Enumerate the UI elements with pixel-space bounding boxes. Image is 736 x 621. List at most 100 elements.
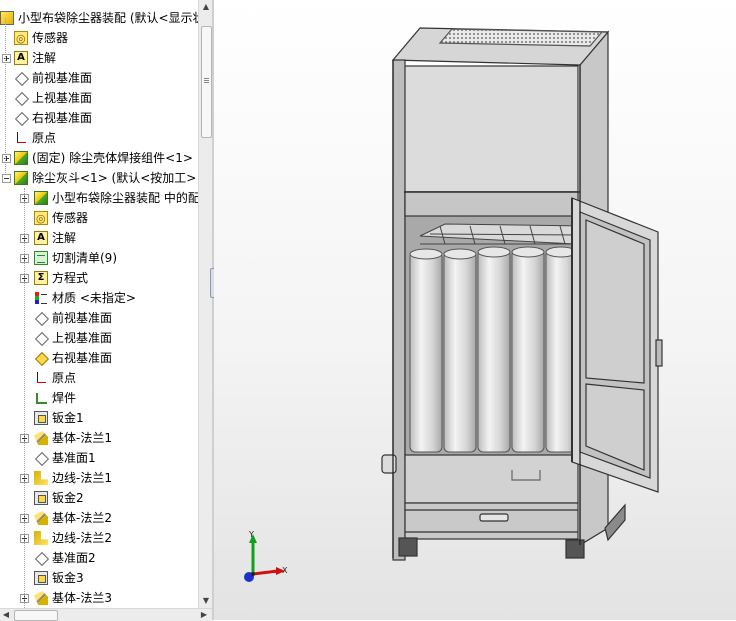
tree-item[interactable]: 切割清单(9) bbox=[0, 248, 198, 268]
tree-vertical-scrollbar[interactable]: ▲ ▼ bbox=[198, 0, 213, 608]
sheet-metal-icon bbox=[34, 491, 48, 505]
tree-item-label: 基体-法兰1 bbox=[52, 431, 112, 445]
tree-item-label: 切割清单(9) bbox=[52, 251, 117, 265]
expand-plus-icon[interactable] bbox=[2, 54, 11, 63]
tree-item-label: 焊件 bbox=[52, 391, 77, 405]
plane-icon bbox=[14, 91, 28, 105]
equation-icon: Σ bbox=[34, 271, 48, 285]
tree-guide-line bbox=[5, 18, 6, 173]
tree-item-label: 材质 <未指定> bbox=[52, 291, 136, 305]
dust-collector-model[interactable] bbox=[214, 0, 736, 620]
tree-item[interactable]: 钣金2 bbox=[0, 488, 198, 508]
tree-item[interactable]: 钣金3 bbox=[0, 568, 198, 588]
tree-item[interactable]: 基体-法兰1 bbox=[0, 428, 198, 448]
cut-list-icon bbox=[34, 251, 48, 265]
tree-item-label: 右视基准面 bbox=[32, 111, 93, 125]
base-flange-icon bbox=[34, 591, 48, 605]
sensor-icon bbox=[34, 209, 48, 229]
plane-icon bbox=[34, 551, 48, 565]
annotation-icon: A bbox=[34, 231, 48, 245]
horizontal-scroll-thumb[interactable] bbox=[14, 610, 58, 621]
tree-item[interactable]: 焊件 bbox=[0, 388, 198, 408]
origin-icon bbox=[14, 131, 28, 145]
reference-triad bbox=[244, 534, 285, 582]
tree-item[interactable]: (固定) 除尘壳体焊接组件<1> bbox=[0, 148, 198, 168]
origin-icon bbox=[34, 371, 48, 385]
mate-group-icon bbox=[34, 191, 48, 205]
base-flange-icon bbox=[34, 511, 48, 525]
tree-item[interactable]: 基准面1 bbox=[0, 448, 198, 468]
tree-item-label: 上视基准面 bbox=[32, 91, 93, 105]
sensor-icon bbox=[14, 29, 28, 49]
tree-item-label: 方程式 bbox=[52, 271, 89, 285]
filter-bags bbox=[409, 246, 577, 453]
tree-item-label: 钣金2 bbox=[52, 491, 84, 505]
tree-item-label: 基体-法兰2 bbox=[52, 511, 112, 525]
tree-item[interactable]: 上视基准面 bbox=[0, 88, 198, 108]
tree-item-label: 原点 bbox=[52, 371, 77, 385]
edge-flange-icon bbox=[34, 531, 48, 545]
tree-item-label: (固定) 除尘壳体焊接组件<1> bbox=[32, 151, 193, 165]
tree-item-label: 基体-法兰3 bbox=[52, 591, 112, 605]
plane-icon bbox=[14, 71, 28, 85]
scroll-thumb[interactable] bbox=[201, 26, 212, 138]
tree-item[interactable]: 材质 <未指定> bbox=[0, 288, 198, 308]
tree-item[interactable]: 钣金1 bbox=[0, 408, 198, 428]
scroll-left-arrow-icon[interactable]: ◀ bbox=[0, 609, 12, 621]
tree-item-label: 小型布袋除尘器装配 (默认<显示状 bbox=[18, 11, 198, 25]
tree-item-label: 上视基准面 bbox=[52, 331, 113, 345]
tree-item-label: 右视基准面 bbox=[52, 351, 113, 365]
tree-item[interactable]: 传感器 bbox=[0, 28, 198, 49]
tree-item[interactable]: 基体-法兰2 bbox=[0, 508, 198, 528]
assembly-icon bbox=[0, 11, 14, 25]
tree-guide-line bbox=[24, 188, 25, 608]
tree-item[interactable]: 边线-法兰1 bbox=[0, 468, 198, 488]
material-icon bbox=[34, 291, 48, 305]
tree-item[interactable]: 原点 bbox=[0, 128, 198, 148]
tree-item-label: 原点 bbox=[32, 131, 57, 145]
tree-item-label: 边线-法兰1 bbox=[52, 471, 112, 485]
graphics-viewport[interactable]: Y X bbox=[214, 0, 736, 620]
tree-item-label: 前视基准面 bbox=[32, 71, 93, 85]
tree-horizontal-scrollbar[interactable]: ◀ ▶ bbox=[0, 608, 212, 621]
expand-plus-icon[interactable] bbox=[2, 154, 11, 163]
tree-item-label: 钣金1 bbox=[52, 411, 84, 425]
feature-manager-tree[interactable]: 小型布袋除尘器装配 (默认<显示状传感器A注解前视基准面上视基准面右视基准面原点… bbox=[0, 0, 198, 608]
annotation-icon: A bbox=[14, 51, 28, 65]
tree-item[interactable]: 基准面2 bbox=[0, 548, 198, 568]
tree-item[interactable]: 右视基准面 bbox=[0, 348, 198, 368]
base-flange-icon bbox=[34, 431, 48, 445]
tree-item[interactable]: 基体-法兰3 bbox=[0, 588, 198, 608]
weldment-icon bbox=[34, 391, 48, 405]
plane-icon bbox=[14, 111, 28, 125]
scroll-up-arrow-icon[interactable]: ▲ bbox=[199, 0, 213, 14]
tree-item[interactable]: 原点 bbox=[0, 368, 198, 388]
tree-item[interactable]: 小型布袋除尘器装配 中的配 bbox=[0, 188, 198, 208]
tree-item[interactable]: 上视基准面 bbox=[0, 328, 198, 348]
scroll-right-arrow-icon[interactable]: ▶ bbox=[198, 609, 210, 621]
tree-item[interactable]: A 注解 bbox=[0, 228, 198, 248]
edge-flange-icon bbox=[34, 471, 48, 485]
tree-item[interactable]: 前视基准面 bbox=[0, 308, 198, 328]
tree-item[interactable]: 右视基准面 bbox=[0, 108, 198, 128]
tree-item[interactable]: 传感器 bbox=[0, 208, 198, 229]
collapse-minus-icon[interactable] bbox=[2, 174, 11, 183]
plane-icon bbox=[34, 451, 48, 465]
part-icon bbox=[14, 151, 28, 165]
plane-icon bbox=[34, 331, 48, 345]
scroll-down-arrow-icon[interactable]: ▼ bbox=[199, 594, 213, 608]
part-icon bbox=[14, 171, 28, 185]
tree-item[interactable]: 边线-法兰2 bbox=[0, 528, 198, 548]
tree-item[interactable]: Σ 方程式 bbox=[0, 268, 198, 288]
triad-y-label: Y bbox=[249, 530, 254, 539]
tree-item-label: 注解 bbox=[32, 51, 57, 65]
tree-item[interactable]: 除尘灰斗<1> (默认<按加工> bbox=[0, 168, 198, 188]
tree-item-label: 小型布袋除尘器装配 中的配 bbox=[52, 191, 198, 205]
tree-item[interactable]: 前视基准面 bbox=[0, 68, 198, 88]
tree-item-label: 边线-法兰2 bbox=[52, 531, 112, 545]
tree-item-label: 传感器 bbox=[52, 211, 89, 225]
tree-item-label: 注解 bbox=[52, 231, 77, 245]
tree-item-label: 除尘灰斗<1> (默认<按加工> bbox=[32, 171, 197, 185]
tree-item[interactable]: A 注解 bbox=[0, 48, 198, 68]
tree-item[interactable]: 小型布袋除尘器装配 (默认<显示状 bbox=[0, 8, 198, 28]
